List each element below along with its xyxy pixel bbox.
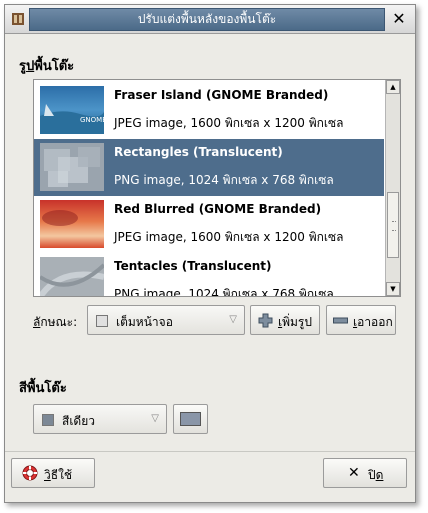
add-icon [258,313,273,328]
add-button-label: พิ่มรูป [282,315,312,329]
wallpaper-description: JPEG image, 1600 พิกเซล x 1200 พิกเซล [114,116,344,130]
color-picker-button[interactable] [173,404,208,434]
remove-wallpaper-button[interactable]: เอาออก [326,305,396,335]
wallpaper-heading: รูปพื้นโต๊ะ [19,55,74,76]
scroll-down-arrow-icon[interactable]: ▼ [386,282,400,296]
wallpaper-thumbnail: GNOME [40,86,104,134]
wallpaper-name: Tentacles (Translucent) [114,259,272,273]
wallpaper-heading-mnemonic: ป [25,59,35,74]
gnome-brand-text: GNOME [80,116,104,124]
help-lifebuoy-icon [22,465,38,481]
wallpaper-thumbnail [40,143,104,191]
window-menu-icon[interactable] [11,12,25,26]
separator [5,451,415,452]
fullscreen-style-icon [96,315,108,327]
remove-button-label: อาออก [357,315,393,329]
color-heading-prefix: ส [19,381,27,396]
wallpaper-heading-suffix: พื้นโต๊ะ [34,59,75,74]
color-swatch [180,412,201,426]
wallpaper-thumbnail [40,257,104,296]
close-button[interactable]: ✕ ปิด [323,458,407,488]
window-title: ปรับแต่งพื้นหลังของพื้นโต๊ะ [29,8,385,31]
wallpaper-heading-prefix: รู [19,59,26,74]
wallpaper-item-rectangles[interactable]: Rectangles (Translucent) PNG image, 1024… [34,139,384,196]
color-heading-suffix: พื้นโต๊ะ [26,381,67,396]
close-button-label: ปิ [368,468,376,482]
scrollbar-thumb[interactable] [387,192,399,258]
help-button-label: ธีใช้ [50,468,73,482]
wallpaper-list[interactable]: GNOME Fraser Island (GNOME Branded) JPEG… [33,79,401,297]
solid-color-icon [42,414,54,426]
wallpaper-name: Rectangles (Translucent) [114,145,283,159]
dropdown-arrow-icon: ▽ [151,413,159,424]
scrollbar-grip-icon [392,221,396,231]
color-mode-combo[interactable]: สีเดียว ▽ [33,404,167,434]
close-button-mnemonic: ด [375,468,384,482]
scroll-up-arrow-icon[interactable]: ▲ [386,80,400,94]
wallpaper-description: JPEG image, 1600 พิกเซล x 1200 พิกเซล [114,230,344,244]
color-mode-value: สีเดียว [62,414,95,428]
desktop-color-heading: สีพื้นโต๊ะ [19,377,67,398]
wallpaper-name: Red Blurred (GNOME Branded) [114,202,322,216]
wallpaper-description: PNG image, 1024 พิกเซล x 768 พิกเซล [114,287,334,297]
wallpaper-thumbnail [40,200,104,248]
help-button[interactable]: วิธีใช้ [11,458,95,488]
wallpaper-item-fraser-island[interactable]: GNOME Fraser Island (GNOME Branded) JPEG… [34,82,384,139]
style-label: ลักษณะ: [33,313,77,332]
wallpaper-description: PNG image, 1024 พิกเซล x 768 พิกเซล [114,173,334,187]
wallpaper-item-tentacles[interactable]: Tentacles (Translucent) PNG image, 1024 … [34,253,384,297]
remove-icon [333,317,348,324]
dropdown-arrow-icon: ▽ [229,314,237,325]
wallpaper-name: Fraser Island (GNOME Branded) [114,88,329,102]
add-wallpaper-button[interactable]: เพิ่มรูป [250,305,320,335]
dialog-window: ปรับแต่งพื้นหลังของพื้นโต๊ะ ✕ รูปพื้นโต๊… [4,4,416,503]
close-icon: ✕ [348,465,360,481]
wallpaper-item-red-blurred[interactable]: Red Blurred (GNOME Branded) JPEG image, … [34,196,384,253]
help-button-mnemonic: วิ [44,468,51,482]
style-combo[interactable]: เต็มหน้าจอ ▽ [87,305,245,335]
title-bar[interactable]: ปรับแต่งพื้นหลังของพื้นโต๊ะ ✕ [5,5,415,34]
style-label-text: กษณะ: [40,315,78,329]
style-combo-value: เต็มหน้าจอ [116,315,173,329]
wallpaper-list-scrollbar[interactable]: ▲ ▼ [385,80,400,296]
close-window-icon[interactable]: ✕ [389,9,409,29]
